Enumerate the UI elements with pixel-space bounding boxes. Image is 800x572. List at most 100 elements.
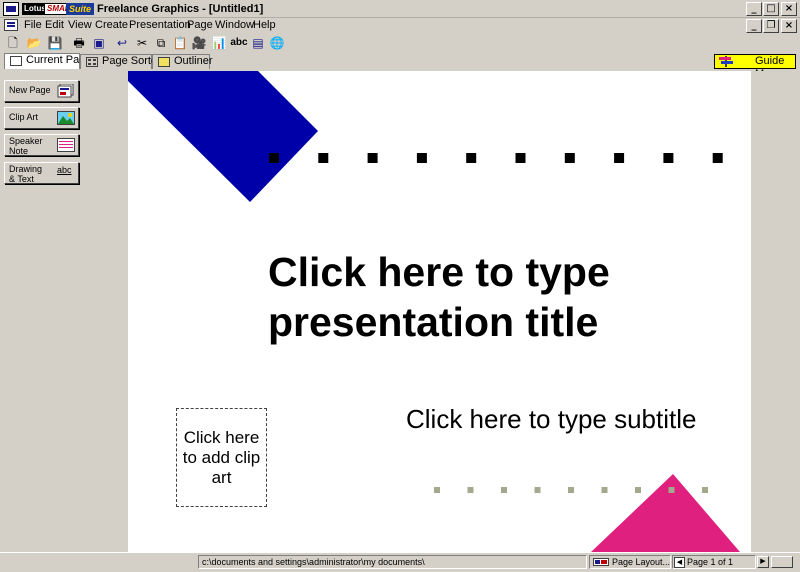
bottom-dot bbox=[568, 487, 574, 493]
drawing-text-line2: & Text bbox=[9, 174, 34, 184]
subtitle-placeholder[interactable]: Click here to type subtitle bbox=[406, 403, 736, 435]
suite-logo: Suite bbox=[66, 3, 95, 15]
bottom-dot bbox=[702, 487, 708, 493]
menu-create[interactable]: Create bbox=[95, 19, 128, 32]
print-icon[interactable]: 🖶 bbox=[70, 34, 88, 52]
page-indicator-label: Page 1 of 1 bbox=[687, 557, 734, 567]
drawing-text-label: Drawing & Text bbox=[9, 164, 42, 184]
menu-file[interactable]: File bbox=[24, 19, 42, 32]
doc-minimize-button[interactable]: _ bbox=[746, 19, 762, 33]
bottom-dot bbox=[668, 487, 675, 493]
page-sorter-icon bbox=[86, 57, 98, 67]
toolbar: 🗋 📂 💾 🖶 ▣ ↩ ✂ ⧉ 📋 🎥 📊 abc ▤ 🌐 bbox=[0, 33, 800, 53]
top-dots-row bbox=[269, 153, 723, 163]
bottom-dot bbox=[601, 487, 608, 493]
speaker-note-icon bbox=[57, 138, 75, 152]
status-bar: c:\documents and settings\administrator\… bbox=[0, 552, 800, 572]
top-dot bbox=[318, 153, 329, 163]
drawing-text-icon: abc bbox=[57, 165, 72, 175]
tab-outliner-label: Outliner bbox=[174, 55, 213, 67]
cut-icon[interactable]: ✂ bbox=[133, 34, 151, 52]
menu-presentation[interactable]: Presentation bbox=[129, 19, 191, 32]
status-path: c:\documents and settings\administrator\… bbox=[198, 555, 587, 569]
menu-bar: File Edit View Create Presentation Page … bbox=[0, 18, 800, 33]
menu-view[interactable]: View bbox=[68, 19, 92, 32]
current-page-icon bbox=[10, 56, 22, 66]
signpost-icon bbox=[719, 56, 733, 67]
app-icon[interactable] bbox=[3, 2, 19, 16]
clip-art-icon bbox=[57, 111, 75, 125]
prev-page-icon[interactable]: ◀ bbox=[674, 557, 685, 568]
paste-icon[interactable]: 📋 bbox=[171, 34, 189, 52]
drawing-text-button[interactable]: Drawing & Text abc bbox=[4, 162, 79, 184]
top-dot bbox=[712, 153, 723, 163]
top-dot bbox=[663, 153, 674, 163]
bottom-dot bbox=[534, 487, 541, 493]
top-dot bbox=[564, 153, 575, 163]
undo-icon[interactable]: ↩ bbox=[113, 34, 131, 52]
speaker-note-line2: Note bbox=[9, 146, 29, 156]
menu-help[interactable]: Help bbox=[253, 19, 276, 32]
menu-window[interactable]: Window bbox=[215, 19, 254, 32]
drawing-text-line1: Drawing bbox=[9, 164, 43, 174]
save-icon[interactable]: 💾 bbox=[46, 34, 64, 52]
slide-canvas[interactable]: Click here to type presentation title Cl… bbox=[128, 71, 751, 552]
view-toggle-button[interactable] bbox=[771, 556, 793, 568]
new-page-button[interactable]: New Page bbox=[4, 80, 79, 102]
clip-art-placeholder[interactable]: Click here to add clip art bbox=[176, 408, 267, 507]
guide-me-button[interactable]: Guide Me bbox=[714, 54, 796, 80]
view-tab-bar: Current Page Page Sorter Outliner Guide … bbox=[0, 53, 800, 80]
tab-outliner[interactable]: Outliner bbox=[152, 54, 213, 69]
outliner-icon bbox=[158, 57, 170, 67]
clip-art-placeholder-text: Click here to add clip art bbox=[182, 427, 261, 487]
speaker-note-line1: Speaker bbox=[9, 136, 43, 146]
clip-art-button[interactable]: Clip Art bbox=[4, 107, 79, 129]
bottom-dot bbox=[635, 487, 641, 493]
presenter-icon[interactable]: 🎥 bbox=[190, 34, 208, 52]
pink-triangle-shape bbox=[591, 474, 740, 552]
window-title: Freelance Graphics - [Untitled1] bbox=[97, 3, 264, 15]
top-dot bbox=[466, 153, 477, 163]
sidebar: New Page Clip Art Speaker Note Drawing &… bbox=[0, 71, 128, 552]
next-page-icon[interactable]: ▶ bbox=[757, 556, 769, 568]
bottom-dot bbox=[501, 487, 507, 493]
open-folder-icon[interactable]: 📂 bbox=[25, 34, 43, 52]
table-icon[interactable]: ▤ bbox=[249, 34, 267, 52]
copy-icon[interactable]: ⧉ bbox=[152, 34, 170, 52]
speaker-note-button[interactable]: Speaker Note bbox=[4, 134, 79, 156]
bottom-dot bbox=[467, 487, 474, 493]
menu-edit[interactable]: Edit bbox=[45, 19, 64, 32]
page-layout-icon bbox=[593, 558, 609, 566]
speaker-note-label: Speaker Note bbox=[9, 136, 43, 156]
new-page-label: New Page bbox=[9, 85, 51, 95]
top-dot bbox=[614, 153, 625, 163]
top-dot bbox=[367, 153, 378, 163]
spell-check-icon[interactable]: abc bbox=[229, 34, 249, 52]
internet-icon[interactable]: 🌐 bbox=[268, 34, 286, 52]
top-dot bbox=[416, 153, 427, 163]
right-margin bbox=[751, 71, 800, 552]
new-page-icon bbox=[57, 84, 74, 98]
close-button[interactable]: × bbox=[781, 2, 797, 16]
maximize-button[interactable]: □ bbox=[763, 2, 779, 16]
title-placeholder[interactable]: Click here to type presentation title bbox=[268, 247, 738, 347]
top-dot bbox=[269, 153, 279, 163]
page-layout-button[interactable]: Page Layout... bbox=[589, 555, 671, 569]
menu-page[interactable]: Page bbox=[187, 19, 213, 32]
minimize-button[interactable]: _ bbox=[746, 2, 762, 16]
title-bar: Lotus SMART Suite Freelance Graphics - [… bbox=[0, 0, 800, 18]
tab-page-sorter[interactable]: Page Sorter bbox=[80, 54, 161, 69]
chart-icon[interactable]: 📊 bbox=[210, 34, 228, 52]
document-icon[interactable] bbox=[4, 19, 18, 31]
tab-current-page[interactable]: Current Page bbox=[4, 53, 91, 69]
page-layout-label: Page Layout... bbox=[612, 557, 671, 567]
top-dot bbox=[515, 153, 526, 163]
new-file-icon[interactable]: 🗋 bbox=[4, 34, 22, 52]
screen-show-icon[interactable]: ▣ bbox=[90, 34, 108, 52]
doc-close-button[interactable]: × bbox=[781, 19, 797, 33]
doc-restore-button[interactable]: ❐ bbox=[763, 19, 779, 33]
page-indicator: ◀ Page 1 of 1 bbox=[672, 555, 756, 569]
clip-art-label: Clip Art bbox=[9, 112, 39, 122]
bottom-dot bbox=[434, 487, 440, 493]
blue-triangle-shape bbox=[128, 71, 318, 202]
